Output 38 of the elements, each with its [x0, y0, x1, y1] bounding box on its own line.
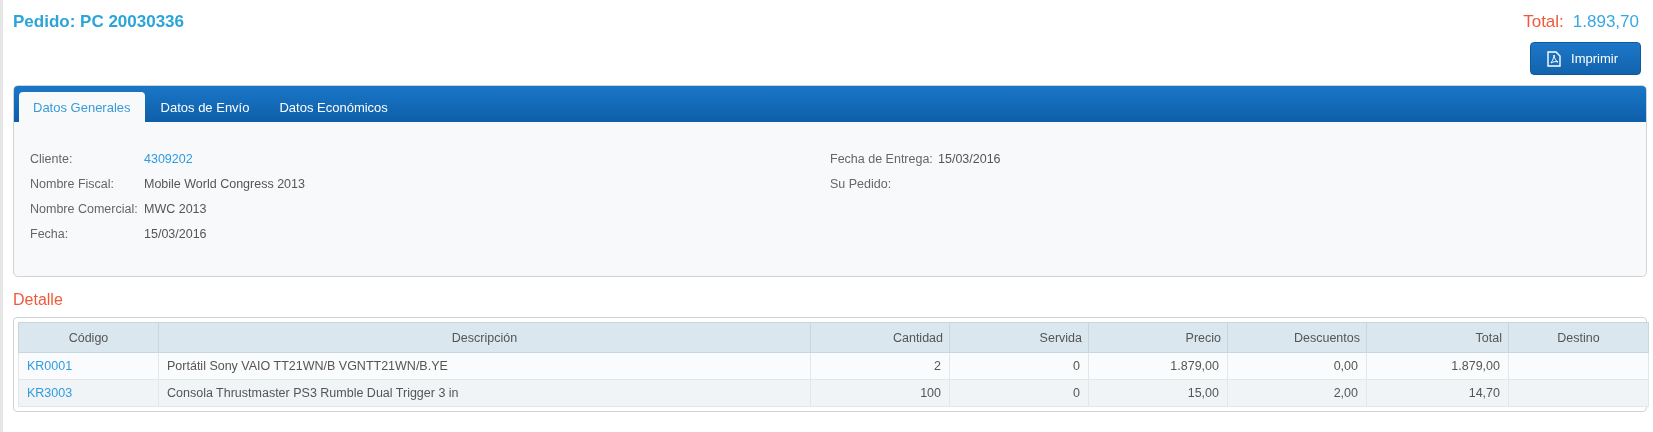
table-cell: 2	[810, 352, 950, 380]
table-cell: 14,70	[1366, 379, 1509, 407]
table-cell: Consola Thrustmaster PS3 Rumble Dual Trigger 3 in	[158, 379, 811, 407]
field-value: 15/03/2016	[938, 152, 1001, 166]
table-cell: Portátil Sony VAIO TT21WN/B VGNTT21WN/B.YE	[158, 352, 811, 380]
total-label: Total:	[1523, 12, 1564, 32]
table-cell: 15,00	[1088, 379, 1228, 407]
column-header[interactable]: Descripción	[158, 322, 811, 353]
table-cell: 0,00	[1227, 352, 1367, 380]
column-header[interactable]: Código	[18, 322, 159, 353]
field-label: Fecha de Entrega:	[830, 152, 934, 166]
field-label: Nombre Fiscal:	[30, 177, 116, 191]
column-header[interactable]: Total	[1366, 322, 1509, 353]
column-header[interactable]: Precio	[1088, 322, 1228, 353]
table-cell: 1.879,00	[1088, 352, 1228, 380]
print-button[interactable]: Imprimir	[1530, 42, 1641, 75]
order-title: Pedido: PC 20030336	[13, 12, 185, 32]
field-label: Su Pedido:	[830, 177, 893, 191]
table-cell: 1.879,00	[1366, 352, 1509, 380]
field-value: 15/03/2016	[144, 227, 207, 241]
column-header[interactable]: Descuentos	[1227, 322, 1367, 353]
column-header[interactable]: Servida	[949, 322, 1089, 353]
field-label: Cliente:	[30, 152, 74, 166]
table-cell: 100	[810, 379, 950, 407]
table-cell: 0	[949, 379, 1089, 407]
section-title: Detalle	[13, 291, 64, 309]
tab[interactable]: Datos de Envío	[146, 92, 264, 122]
field-value: Mobile World Congress 2013	[144, 177, 305, 191]
tab[interactable]: Datos Económicos	[265, 92, 402, 122]
total-value: 1.893,70	[1572, 12, 1639, 32]
pdf-icon	[1547, 50, 1562, 67]
field-label: Nombre Comercial:	[30, 202, 139, 216]
table-cell: 2,00	[1227, 379, 1367, 407]
field-value: MWC 2013	[144, 202, 207, 216]
column-header[interactable]: Destino	[1508, 322, 1649, 353]
field-label: Fecha:	[30, 227, 70, 241]
column-header[interactable]: Cantidad	[810, 322, 950, 353]
table-cell: 0	[949, 352, 1089, 380]
